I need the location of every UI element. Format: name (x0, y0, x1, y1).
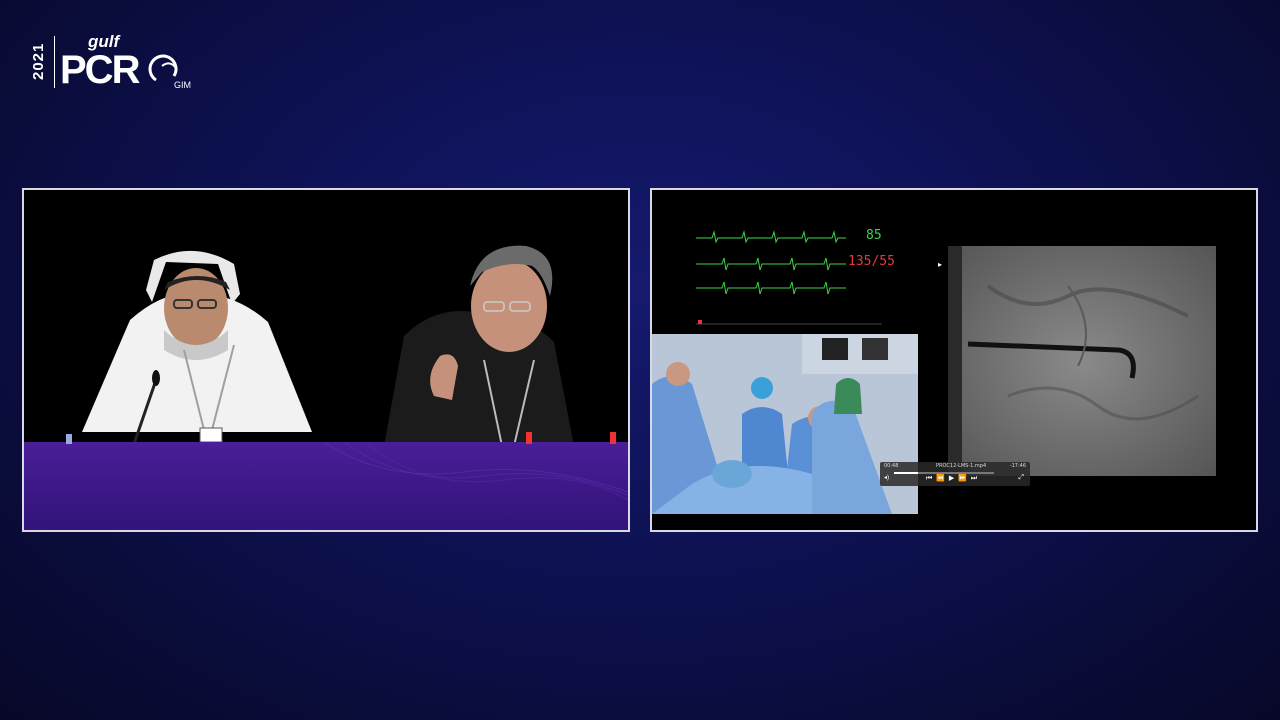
stage-desk (24, 442, 628, 530)
logo-pcr: PCR (60, 48, 140, 92)
video-player-controls[interactable]: 00:48 PROC12-LMS-1.mp4 -17:46 ◂) ⏮ ⏪ ▶ ⏩… (880, 462, 1030, 486)
cath-lab-scene (652, 334, 918, 514)
fullscreen-icon[interactable]: ⤢ (1018, 474, 1024, 482)
heart-rate: 85 (866, 228, 882, 243)
playback-controls[interactable]: ⏮ ⏪ ▶ ⏩ ⏭ (926, 474, 978, 483)
water-bottle-icon (66, 434, 72, 444)
desk-pattern (323, 442, 628, 501)
panel-video (22, 188, 630, 532)
screen-share: 85 135/55 ▸ 00:48 PROC12-LMS-1.mp4 -17:4… (650, 188, 1258, 532)
logo-divider (54, 36, 55, 88)
panelist-right (384, 245, 574, 446)
time-elapsed: 00:48 (884, 463, 899, 469)
time-remaining: -17:46 (1009, 463, 1026, 469)
gim-logo-icon: GIM (148, 54, 191, 90)
logo-gim: GIM (174, 80, 191, 90)
logo-year: 2021 (30, 42, 47, 80)
panelist-left (82, 250, 312, 445)
water-bottle-icon (610, 432, 616, 444)
angiography-view (948, 246, 1216, 476)
mouse-cursor-icon: ▸ (938, 260, 943, 269)
water-bottle-icon (526, 432, 532, 444)
cath-lab-camera (652, 334, 918, 514)
blood-pressure: 135/55 (848, 254, 895, 269)
video-file-name: PROC12-LMS-1.mp4 (936, 463, 987, 469)
event-logo: 2021 gulf PCR GIM (30, 30, 200, 94)
progress-fill (894, 472, 918, 474)
angiography-image (948, 246, 1216, 476)
volume-icon[interactable]: ◂) (884, 474, 889, 481)
